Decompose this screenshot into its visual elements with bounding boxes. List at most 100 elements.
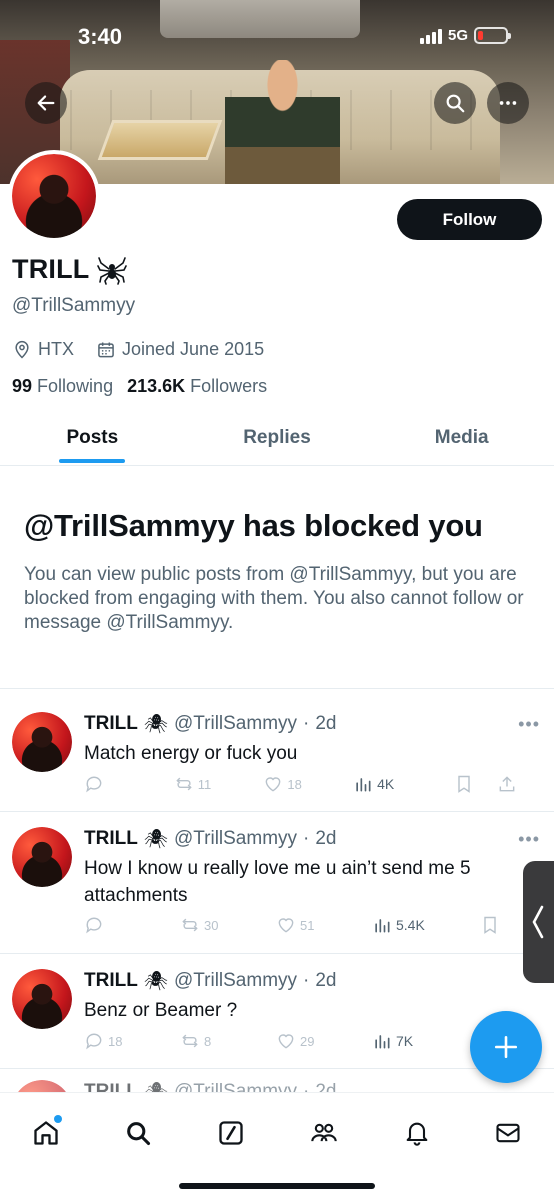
reply-button[interactable]: 18 xyxy=(84,1031,180,1051)
repost-button[interactable]: 11 xyxy=(174,774,264,794)
divider xyxy=(0,688,554,689)
notifications-icon xyxy=(406,1122,428,1146)
like-count: 29 xyxy=(300,1033,315,1049)
follow-counts: 99 Following 213.6K Followers xyxy=(12,376,267,397)
reply-button[interactable] xyxy=(84,774,174,794)
views-icon xyxy=(356,778,371,792)
post-author-name: TRILL xyxy=(84,1081,138,1092)
views-button[interactable]: 7K xyxy=(372,1031,480,1051)
compose-button[interactable] xyxy=(470,1011,542,1083)
nav-notifications[interactable] xyxy=(397,1113,437,1153)
post-avatar[interactable] xyxy=(12,969,72,1029)
post-author-name: TRILL xyxy=(84,828,138,849)
view-count: 7K xyxy=(396,1033,414,1049)
post-text: Benz or Beamer ? xyxy=(84,1000,238,1021)
location-pin-icon xyxy=(15,340,29,359)
views-button[interactable]: 4K xyxy=(353,774,454,794)
post-avatar[interactable] xyxy=(12,827,72,887)
status-time: 3:40 xyxy=(78,24,123,49)
blocked-title: @TrillSammyy has blocked you xyxy=(24,508,483,543)
post-actions: 30 51 5.4K xyxy=(84,915,540,935)
post-text: Match energy or fuck you xyxy=(84,743,298,764)
divider xyxy=(0,811,554,812)
more-options-button[interactable] xyxy=(487,82,529,124)
nav-communities[interactable] xyxy=(304,1113,344,1153)
bookmark-button[interactable] xyxy=(480,915,526,935)
messages-icon xyxy=(496,1123,520,1143)
post-author-name: TRILL xyxy=(84,970,138,991)
followers-link[interactable]: 213.6K Followers xyxy=(127,376,267,397)
banner-figure xyxy=(225,60,340,184)
heart-icon xyxy=(278,918,294,933)
post-time: 2d xyxy=(315,828,337,849)
tab-media[interactable]: Media xyxy=(369,410,554,465)
followers-count: 213.6K xyxy=(127,376,186,396)
follow-button[interactable]: Follow xyxy=(397,199,542,240)
calendar-icon xyxy=(98,342,114,357)
nav-grok[interactable] xyxy=(211,1113,251,1153)
home-icon xyxy=(34,1121,58,1145)
following-link[interactable]: 99 Following xyxy=(12,376,113,397)
views-icon xyxy=(375,919,390,933)
like-count: 51 xyxy=(300,917,315,933)
tab-replies-label: Replies xyxy=(243,426,311,448)
post-dot: · xyxy=(303,828,310,849)
display-name: TRILL xyxy=(12,254,128,285)
post-time: 2d xyxy=(315,713,337,734)
post-author-handle: @TrillSammyy xyxy=(173,970,298,991)
share-button[interactable] xyxy=(497,774,540,794)
tab-posts-label: Posts xyxy=(66,426,119,448)
search-icon xyxy=(446,94,465,113)
banner-window xyxy=(160,0,360,38)
battery-icon xyxy=(474,27,511,44)
nav-home[interactable] xyxy=(26,1113,66,1153)
spider-emoji-icon xyxy=(97,256,128,285)
post-header: TRILL 🕷 @TrillSammyy · 2d xyxy=(84,1080,337,1092)
profile-avatar[interactable] xyxy=(8,150,100,242)
reply-icon xyxy=(86,776,102,793)
search-icon xyxy=(127,1122,151,1146)
view-count: 5.4K xyxy=(396,917,425,933)
post-more-icon[interactable]: ••• xyxy=(518,829,540,850)
heart-icon xyxy=(266,777,281,792)
arrow-left-icon xyxy=(37,95,55,111)
repost-button[interactable]: 8 xyxy=(180,1031,276,1051)
spider-emoji-icon: 🕷 xyxy=(144,1080,168,1092)
communities-icon xyxy=(311,1123,337,1142)
side-panel-handle[interactable] xyxy=(523,861,554,983)
post-dot: · xyxy=(303,970,310,991)
following-label: Following xyxy=(37,376,114,396)
post-author-handle: @TrillSammyy xyxy=(173,713,298,734)
profile-handle: @TrillSammyy xyxy=(12,295,136,316)
nav-messages[interactable] xyxy=(488,1113,528,1153)
followers-label: Followers xyxy=(190,376,268,396)
bookmark-button[interactable] xyxy=(454,774,497,794)
back-button[interactable] xyxy=(25,82,67,124)
display-name-text: TRILL xyxy=(12,254,90,284)
spider-emoji-icon: 🕷 xyxy=(143,714,168,735)
views-button[interactable]: 5.4K xyxy=(372,915,480,935)
heart-icon xyxy=(278,1034,294,1049)
post-dot: · xyxy=(303,1081,310,1092)
post-dot: · xyxy=(303,713,310,734)
like-button[interactable]: 29 xyxy=(276,1031,372,1051)
post-actions: 11 18 4K xyxy=(84,774,540,794)
profile-meta: HTX Joined June 2015 xyxy=(12,339,264,360)
repost-count: 11 xyxy=(197,776,212,792)
post-avatar xyxy=(12,1080,72,1092)
like-button[interactable]: 51 xyxy=(276,915,372,935)
active-tab-indicator xyxy=(59,459,126,463)
tab-posts[interactable]: Posts xyxy=(0,410,185,465)
bookmark-icon xyxy=(458,775,470,793)
search-button[interactable] xyxy=(434,82,476,124)
tab-replies[interactable]: Replies xyxy=(185,410,370,465)
post-header: TRILL 🕷 @TrillSammyy · 2d xyxy=(84,969,337,993)
repost-button[interactable]: 30 xyxy=(180,915,276,935)
view-count: 4K xyxy=(377,776,395,792)
nav-search[interactable] xyxy=(118,1113,158,1153)
post-avatar[interactable] xyxy=(12,712,72,772)
home-indicator xyxy=(179,1183,375,1189)
post-more-icon[interactable]: ••• xyxy=(518,714,540,735)
reply-button[interactable] xyxy=(84,915,180,935)
like-button[interactable]: 18 xyxy=(263,774,353,794)
